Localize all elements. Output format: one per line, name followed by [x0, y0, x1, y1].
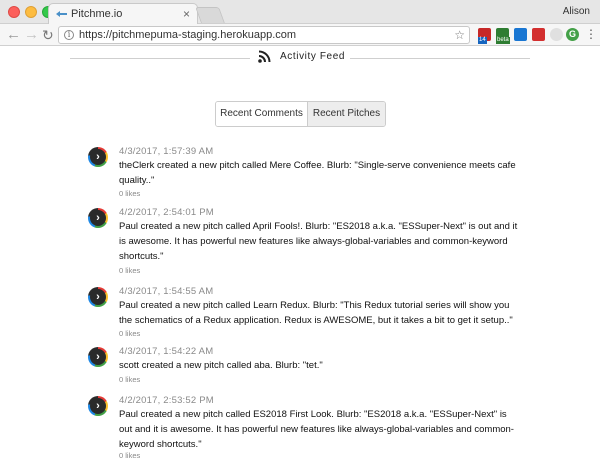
- back-arrow-icon[interactable]: ←: [6, 25, 21, 45]
- feed-item-text: Paul created a new pitch called Learn Re…: [119, 300, 513, 326]
- browser-tab[interactable]: Pitchme.io ×: [48, 3, 198, 24]
- browser-tab-title: Pitchme.io: [71, 8, 123, 20]
- rss-icon: [258, 50, 271, 63]
- divider-right: [350, 58, 530, 59]
- activity-feed-title: Activity Feed: [280, 51, 346, 62]
- tab-close-icon[interactable]: ×: [183, 4, 190, 24]
- likes-count[interactable]: 0 likes: [119, 375, 140, 384]
- close-window-button[interactable]: [8, 6, 20, 18]
- avatar[interactable]: ›: [88, 287, 108, 307]
- chevron-right-icon: ›: [96, 291, 100, 303]
- feed-item-text: Paul created a new pitch called April Fo…: [119, 221, 518, 262]
- timestamp: 4/3/2017, 1:54:55 AM: [119, 286, 214, 297]
- feed-item-text: Paul created a new pitch called ES2018 F…: [119, 409, 514, 450]
- pitchme-favicon-icon: [56, 11, 67, 17]
- tab-recent-pitches[interactable]: Recent Pitches: [308, 102, 385, 126]
- chevron-right-icon: ›: [96, 351, 100, 363]
- feed-item: › 4/3/2017, 1:57:39 AM theClerk created …: [86, 146, 526, 198]
- timestamp: 4/2/2017, 2:53:52 PM: [119, 395, 214, 406]
- avatar[interactable]: ›: [88, 347, 108, 367]
- reload-icon[interactable]: ↻: [42, 25, 54, 45]
- chevron-right-icon: ›: [96, 212, 100, 224]
- feed-item: › 4/3/2017, 1:54:22 AM scott created a n…: [86, 346, 526, 386]
- extension-badge: beta: [496, 37, 510, 44]
- extension-badge: 14: [478, 37, 487, 44]
- avatar[interactable]: ›: [88, 396, 108, 416]
- extension-puzzle-icon[interactable]: [550, 28, 563, 41]
- address-bar[interactable]: i https://pitchmepuma-staging.herokuapp.…: [58, 26, 470, 44]
- feed-item-text: scott created a new pitch called aba. Bl…: [119, 360, 323, 371]
- feed-item-text: theClerk created a new pitch called Mere…: [119, 160, 516, 186]
- forward-arrow-icon[interactable]: →: [24, 25, 39, 45]
- bookmark-star-icon[interactable]: ☆: [454, 27, 465, 43]
- extension-beta-icon[interactable]: beta: [496, 28, 510, 44]
- chevron-right-icon: ›: [96, 151, 100, 163]
- avatar[interactable]: ›: [88, 208, 108, 228]
- chevron-right-icon: ›: [96, 400, 100, 412]
- likes-count[interactable]: 0 likes: [119, 451, 140, 459]
- likes-count[interactable]: 0 likes: [119, 329, 140, 338]
- avatar[interactable]: ›: [88, 147, 108, 167]
- address-bar-url: https://pitchmepuma-staging.herokuapp.co…: [79, 29, 297, 41]
- site-info-icon[interactable]: i: [64, 30, 74, 40]
- extension-calendar-icon[interactable]: 14: [478, 28, 491, 44]
- activity-feed-header: Activity Feed: [70, 46, 530, 68]
- grammarly-icon[interactable]: G: [566, 28, 579, 41]
- timestamp: 4/3/2017, 1:57:39 AM: [119, 146, 214, 157]
- feed-tab-group: Recent Comments Recent Pitches: [215, 101, 386, 127]
- browser-tab-bar: Pitchme.io × Alison: [0, 0, 600, 24]
- minimize-window-button[interactable]: [25, 6, 37, 18]
- browser-menu-icon[interactable]: ⋮: [585, 26, 597, 42]
- likes-count[interactable]: 0 likes: [119, 266, 140, 275]
- divider-left: [70, 58, 250, 59]
- new-tab-button[interactable]: [195, 7, 225, 23]
- likes-count[interactable]: 0 likes: [119, 189, 140, 198]
- timestamp: 4/3/2017, 1:54:22 AM: [119, 346, 214, 357]
- browser-toolbar: ← → ↻ i https://pitchmepuma-staging.hero…: [0, 24, 600, 46]
- extension-monitor-icon[interactable]: [514, 28, 527, 41]
- profile-name[interactable]: Alison: [563, 0, 590, 24]
- extension-red-icon[interactable]: [532, 28, 545, 41]
- feed-item: › 4/2/2017, 2:54:01 PM Paul created a ne…: [86, 207, 526, 277]
- tab-recent-comments[interactable]: Recent Comments: [216, 102, 308, 126]
- timestamp: 4/2/2017, 2:54:01 PM: [119, 207, 214, 218]
- feed-item: › 4/2/2017, 2:53:52 PM Paul created a ne…: [86, 395, 526, 459]
- feed-item: › 4/3/2017, 1:54:55 AM Paul created a ne…: [86, 286, 526, 338]
